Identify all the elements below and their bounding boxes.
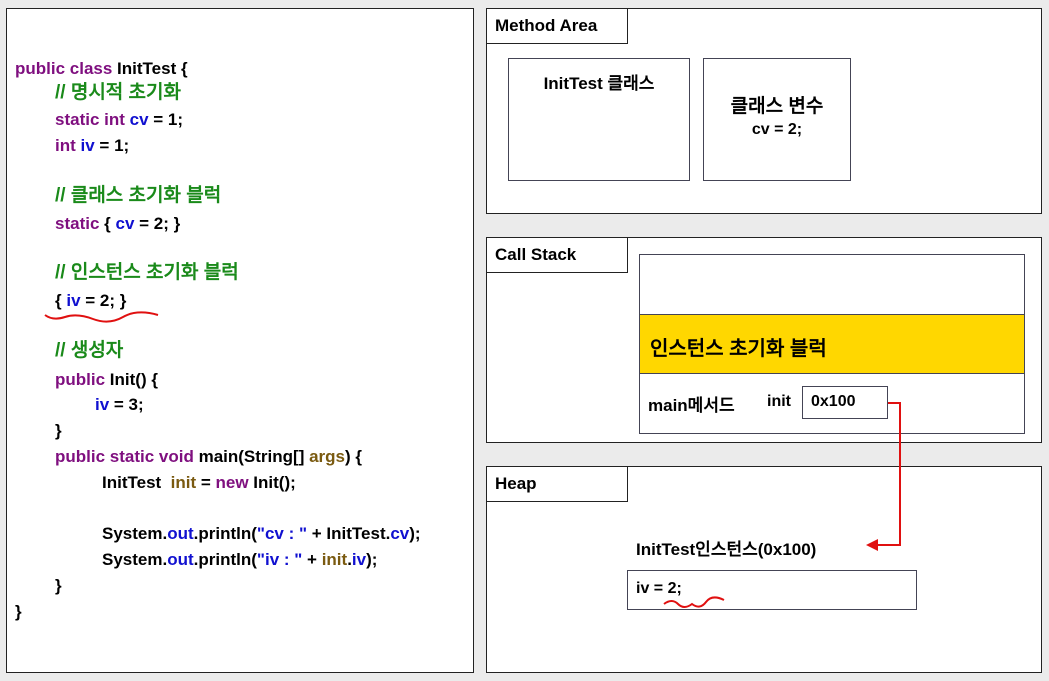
reference-arrow <box>866 402 901 551</box>
